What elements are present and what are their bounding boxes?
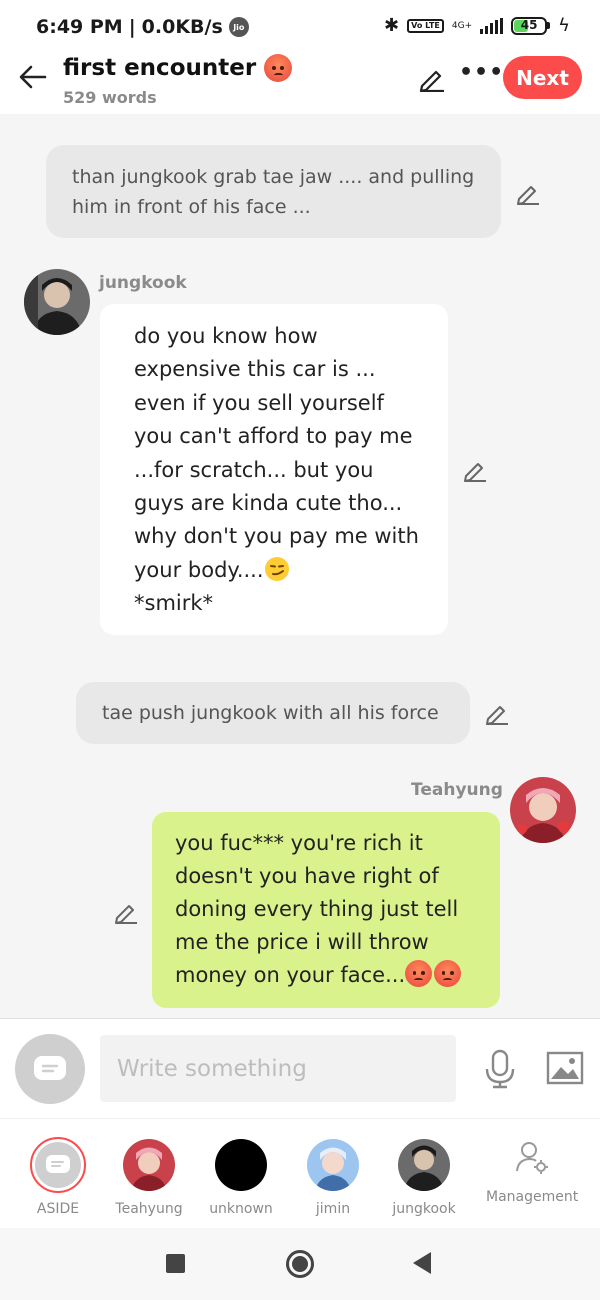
battery-percent: 45 — [520, 17, 538, 32]
character-message[interactable]: you fuc*** you're rich it doesn't you ha… — [152, 812, 500, 1008]
aside-selected-ring — [30, 1137, 86, 1193]
aside-message[interactable]: than jungkook grab tae jaw .... and pull… — [46, 145, 501, 238]
character-jimin[interactable]: jimin — [287, 1119, 379, 1229]
character-jungkook[interactable]: jungkook — [378, 1119, 470, 1229]
character-management[interactable]: Management — [486, 1119, 578, 1229]
system-back-button[interactable] — [413, 1252, 431, 1274]
edit-message-button[interactable] — [113, 899, 139, 925]
microphone-button[interactable] — [484, 1049, 516, 1093]
jungkook-avatar — [398, 1139, 450, 1191]
character-label: ASIDE — [36, 1201, 80, 1217]
character-label: Teahyung — [115, 1201, 183, 1217]
aside-icon — [34, 1056, 66, 1080]
jimin-avatar — [307, 1139, 359, 1191]
composer — [0, 1018, 600, 1118]
speaker-name: jungkook — [99, 273, 187, 293]
status-speed: 0.0KB/s — [141, 16, 223, 38]
person-gear-icon — [515, 1141, 549, 1179]
aside-message-text: than jungkook grab tae jaw .... and pull… — [72, 166, 475, 218]
pencil-icon — [419, 70, 444, 93]
system-nav-bar — [0, 1228, 600, 1300]
pencil-icon — [115, 905, 137, 924]
aside-message-text: tae push jungkook with all his force — [102, 702, 439, 724]
word-count: 529 words — [63, 88, 157, 107]
teahyung-avatar[interactable] — [510, 777, 576, 843]
back-button[interactable] — [16, 60, 50, 94]
bluetooth-icon: ✱ — [384, 15, 400, 36]
angry-face-emoji-icon — [405, 960, 433, 987]
status-left: 6:49 PM | 0.0KB/s Jio — [36, 16, 249, 38]
pencil-icon — [486, 706, 508, 725]
arrow-left-icon — [19, 65, 47, 89]
pencil-icon — [517, 186, 539, 205]
pencil-icon — [464, 463, 486, 482]
status-right: ✱ Vo LTE 4G+ 45 ϟ — [384, 15, 570, 36]
network-type: 4G+ — [451, 20, 473, 31]
character-label: Management — [486, 1189, 579, 1205]
character-label: jimin — [315, 1201, 351, 1217]
character-bar: ASIDE Teahyung unknown jimin jungkook Ma… — [0, 1118, 600, 1228]
image-icon — [546, 1051, 584, 1085]
message-input[interactable] — [100, 1035, 456, 1102]
jio-carrier-icon: Jio — [228, 17, 249, 37]
story-title: first encounter — [63, 55, 257, 81]
chat-area[interactable]: than jungkook grab tae jaw .... and pull… — [0, 114, 600, 1018]
character-message[interactable]: do you know how expensive this car is ..… — [100, 304, 448, 635]
character-aside[interactable]: ASIDE — [12, 1119, 104, 1229]
aside-toggle-button[interactable] — [15, 1034, 85, 1104]
edit-title-button[interactable] — [418, 66, 446, 96]
recent-apps-button[interactable] — [166, 1254, 185, 1273]
teahyung-avatar — [123, 1139, 175, 1191]
signal-icon — [480, 17, 504, 34]
speaker-name: Teahyung — [411, 780, 503, 800]
character-label: jungkook — [392, 1201, 456, 1217]
charging-icon: ϟ — [558, 15, 570, 36]
message-tail-text: *smirk* — [134, 591, 214, 616]
more-options-button[interactable]: ••• — [459, 60, 504, 85]
angry-face-emoji-icon — [264, 54, 293, 82]
next-button[interactable]: Next — [503, 56, 582, 99]
header: first encounter 529 words ••• Next — [0, 48, 600, 114]
edit-message-button[interactable] — [462, 457, 488, 483]
status-separator: | — [128, 16, 136, 38]
angry-face-emoji-icon — [434, 960, 462, 987]
home-button[interactable] — [286, 1250, 314, 1278]
image-button[interactable] — [546, 1051, 584, 1089]
jungkook-avatar[interactable] — [24, 269, 90, 335]
page-title: first encounter — [63, 54, 293, 82]
volte-icon: Vo LTE — [407, 18, 444, 33]
microphone-icon — [485, 1049, 515, 1089]
message-text: do you know how expensive this car is ..… — [134, 324, 419, 582]
character-label: unknown — [209, 1201, 273, 1217]
aside-icon — [46, 1155, 70, 1173]
battery-icon: 45 — [511, 16, 551, 35]
edit-message-button[interactable] — [484, 700, 510, 726]
character-teahyung[interactable]: Teahyung — [103, 1119, 195, 1229]
status-time: 6:49 PM — [36, 16, 123, 38]
character-unknown[interactable]: unknown — [195, 1119, 287, 1229]
black-circle-avatar — [215, 1139, 267, 1191]
aside-message[interactable]: tae push jungkook with all his force — [76, 682, 470, 744]
edit-message-button[interactable] — [515, 180, 541, 206]
smirk-emoji-icon — [264, 556, 289, 581]
